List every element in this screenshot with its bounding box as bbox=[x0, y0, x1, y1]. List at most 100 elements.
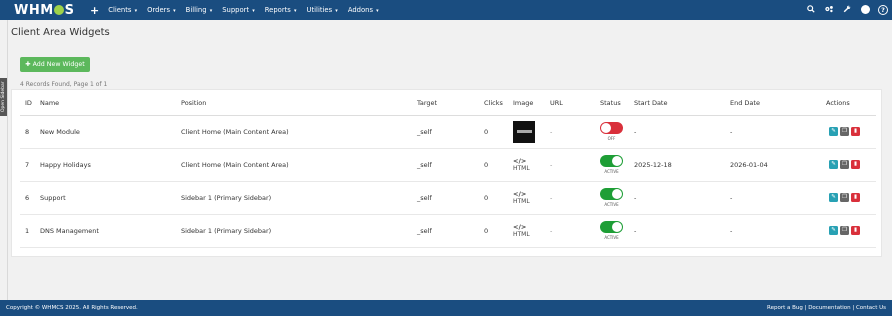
cell-id: 1 bbox=[20, 214, 40, 248]
status-label: ACTIVE bbox=[604, 169, 619, 174]
logo-text-end: S bbox=[64, 2, 75, 18]
code-icon: </> bbox=[513, 156, 527, 165]
thumbnail-graphic bbox=[516, 130, 532, 133]
top-navbar: WHM S + Clients ▾ Orders ▾ Billing ▾ Support… bbox=[0, 0, 892, 20]
menu-item-utilities[interactable]: Utilities ▾ bbox=[307, 6, 338, 14]
delete-button[interactable]: ▮ bbox=[851, 193, 860, 202]
toggle-knob bbox=[612, 189, 622, 199]
cell-actions: ✎ ❐ ▮ bbox=[826, 115, 876, 149]
cell-target: _self bbox=[417, 115, 484, 149]
duplicate-button[interactable]: ❐ bbox=[840, 226, 849, 235]
edit-button[interactable]: ✎ bbox=[829, 226, 838, 235]
menu-item-clients[interactable]: Clients ▾ bbox=[108, 6, 137, 14]
cell-clicks: 0 bbox=[484, 115, 513, 149]
row-actions: ✎ ❐ ▮ bbox=[826, 226, 876, 235]
logo-o-icon bbox=[54, 5, 65, 15]
cell-position: Sidebar 1 (Primary Sidebar) bbox=[181, 214, 417, 248]
edit-icon: ✎ bbox=[831, 161, 836, 167]
page-title: Client Area Widgets bbox=[11, 27, 110, 38]
menu-item-label: Addons bbox=[347, 6, 373, 14]
cell-end-date: - bbox=[730, 181, 826, 215]
code-icon: </> bbox=[513, 222, 527, 231]
widget-image-thumbnail[interactable] bbox=[513, 120, 535, 143]
menu-item-label: Orders bbox=[147, 6, 170, 14]
html-label: HTML bbox=[513, 164, 530, 172]
edit-button[interactable]: ✎ bbox=[829, 193, 838, 202]
cell-target: _self bbox=[417, 181, 484, 215]
menu-item-billing[interactable]: Billing ▾ bbox=[186, 6, 213, 14]
cell-url: - bbox=[550, 115, 600, 149]
delete-icon: ▮ bbox=[853, 128, 858, 134]
cell-name: New Module bbox=[40, 115, 181, 149]
status-toggle[interactable] bbox=[600, 155, 623, 167]
html-code-icon: </> HTML bbox=[513, 157, 550, 173]
cell-status: OFF bbox=[600, 115, 634, 149]
cell-status: ACTIVE bbox=[600, 181, 634, 215]
help-icon[interactable]: ? bbox=[874, 5, 892, 15]
delete-button[interactable]: ▮ bbox=[851, 226, 860, 235]
chevron-down-icon: ▾ bbox=[335, 8, 338, 14]
cell-target: _self bbox=[417, 214, 484, 248]
cogs-icon[interactable] bbox=[820, 5, 838, 15]
delete-icon: ▮ bbox=[853, 161, 858, 167]
footer-copyright: Copyright © WHMCS 2025. All Rights Reser… bbox=[6, 305, 138, 311]
column-header-url: URL bbox=[550, 92, 600, 116]
toggle-knob bbox=[612, 156, 622, 166]
cell-target: _self bbox=[417, 148, 484, 182]
cell-start-date: - bbox=[634, 115, 730, 149]
records-count: 4 Records Found, Page 1 of 1 bbox=[20, 81, 108, 88]
delete-button[interactable]: ▮ bbox=[851, 127, 860, 136]
table-row: 8 New Module Client Home (Main Content Are… bbox=[20, 115, 876, 149]
whmcs-logo[interactable]: WHM S bbox=[0, 3, 76, 18]
status-toggle[interactable] bbox=[600, 221, 623, 233]
wrench-icon[interactable] bbox=[838, 5, 856, 15]
cell-id: 8 bbox=[20, 115, 40, 149]
table-row: 1 DNS Management Sidebar 1 (Primary Sideba… bbox=[20, 214, 876, 248]
cell-position: Sidebar 1 (Primary Sidebar) bbox=[181, 181, 417, 215]
column-header-actions: Actions bbox=[826, 92, 876, 116]
logo-text: WHM bbox=[14, 2, 54, 18]
user-avatar-icon[interactable] bbox=[856, 4, 874, 16]
cell-url: - bbox=[550, 214, 600, 248]
cell-actions: ✎ ❐ ▮ bbox=[826, 181, 876, 215]
cell-actions: ✎ ❐ ▮ bbox=[826, 148, 876, 182]
add-new-widget-button[interactable]: ✚ Add New Widget bbox=[20, 57, 90, 72]
chevron-down-icon: ▾ bbox=[134, 8, 138, 14]
edit-button[interactable]: ✎ bbox=[829, 160, 838, 169]
search-icon[interactable] bbox=[802, 5, 820, 15]
duplicate-button[interactable]: ❐ bbox=[840, 160, 849, 169]
edit-icon: ✎ bbox=[831, 194, 836, 200]
status-label: OFF bbox=[607, 136, 616, 141]
open-sidebar-tab[interactable]: Open Sidebar bbox=[0, 78, 7, 116]
column-header-image: Image bbox=[513, 92, 550, 116]
menu-item-reports[interactable]: Reports ▾ bbox=[265, 6, 297, 14]
cell-clicks: 0 bbox=[484, 214, 513, 248]
quick-add-button[interactable]: + bbox=[90, 4, 99, 17]
menu-item-addons[interactable]: Addons ▾ bbox=[348, 6, 379, 14]
delete-button[interactable]: ▮ bbox=[851, 160, 860, 169]
status-toggle[interactable] bbox=[600, 122, 623, 134]
cell-status: ACTIVE bbox=[600, 214, 634, 248]
html-label: HTML bbox=[513, 230, 530, 238]
menu-item-label: Utilities bbox=[306, 6, 333, 14]
table-row: 7 Happy Holidays Client Home (Main Content… bbox=[20, 148, 876, 182]
row-actions: ✎ ❐ ▮ bbox=[826, 127, 876, 136]
menu-item-support[interactable]: Support ▾ bbox=[222, 6, 255, 14]
edit-button[interactable]: ✎ bbox=[829, 127, 838, 136]
edit-icon: ✎ bbox=[831, 227, 836, 233]
html-code-icon: </> HTML bbox=[513, 223, 550, 239]
code-icon: </> bbox=[513, 189, 527, 198]
footer-links[interactable]: Report a Bug | Documentation | Contact U… bbox=[767, 305, 886, 311]
status-label: ACTIVE bbox=[604, 202, 619, 207]
chevron-down-icon: ▾ bbox=[252, 8, 255, 14]
duplicate-button[interactable]: ❐ bbox=[840, 193, 849, 202]
cell-start-date: 2025-12-18 bbox=[634, 148, 730, 182]
duplicate-button[interactable]: ❐ bbox=[840, 127, 849, 136]
cell-url: - bbox=[550, 181, 600, 215]
edit-icon: ✎ bbox=[831, 128, 836, 134]
status-toggle[interactable] bbox=[600, 188, 623, 200]
row-actions: ✎ ❐ ▮ bbox=[826, 193, 876, 202]
cell-name: Support bbox=[40, 181, 181, 215]
cell-end-date: 2026-01-04 bbox=[730, 148, 826, 182]
menu-item-orders[interactable]: Orders ▾ bbox=[147, 6, 176, 14]
